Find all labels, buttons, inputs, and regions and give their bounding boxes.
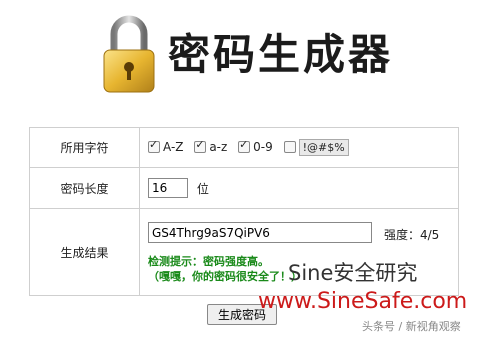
app-header: 密码生成器: [0, 0, 483, 118]
length-row: 密码长度 位: [29, 167, 459, 209]
uppercase-label: A-Z: [163, 140, 184, 155]
lowercase-checkbox[interactable]: [194, 138, 207, 154]
charset-option-lowercase[interactable]: a-z: [194, 138, 228, 155]
result-label: 生成结果: [29, 208, 140, 296]
charset-row: 所用字符 A-Z a-z 0-9 !@#$%: [29, 127, 459, 168]
charset-option-digits[interactable]: 0-9: [238, 138, 273, 155]
length-label: 密码长度: [29, 167, 140, 209]
digits-checkbox[interactable]: [238, 138, 251, 154]
watermark-brand: Sine安全研究: [288, 261, 418, 285]
uppercase-checkbox[interactable]: [148, 138, 160, 154]
digits-label: 0-9: [253, 140, 273, 155]
padlock-icon: [103, 15, 155, 93]
lowercase-label: a-z: [209, 140, 228, 155]
strength-indicator: 强度：4/5: [384, 228, 440, 242]
length-input[interactable]: [148, 178, 188, 198]
symbols-checkbox[interactable]: [283, 141, 296, 154]
watermark-url: www.SineSafe.com: [258, 289, 468, 314]
watermark-source: 头条号 / 新视角观察: [362, 320, 461, 333]
charset-option-uppercase[interactable]: A-Z: [148, 138, 184, 155]
app-title: 密码生成器: [168, 30, 394, 79]
length-unit: 位: [196, 181, 209, 196]
charset-label: 所用字符: [29, 127, 140, 168]
charset-options: A-Z a-z 0-9 !@#$%: [139, 127, 459, 168]
length-cell: 位: [139, 167, 459, 209]
symbols-label: !@#$%: [298, 138, 349, 156]
charset-option-symbols[interactable]: !@#$%: [283, 138, 349, 156]
password-output[interactable]: [148, 222, 372, 243]
password-row: 强度：4/5: [148, 222, 457, 246]
